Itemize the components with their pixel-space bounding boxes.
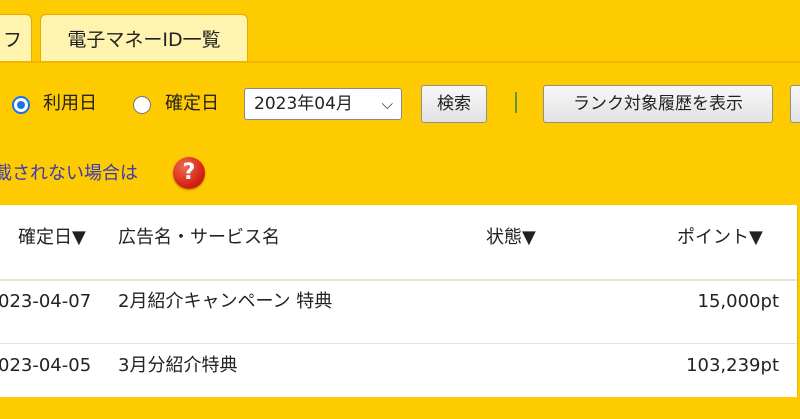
month-select-value: 2023年04月 — [254, 94, 353, 114]
tab-bar-divider — [0, 61, 800, 63]
rank-history-button[interactable]: ランク対象履歴を表示 — [543, 85, 773, 123]
header-status[interactable]: 状態▼ — [486, 225, 536, 251]
results-table: 確定日▼ 広告名・サービス名 状態▼ ポイント▼ 023-04-07 2月紹介キ… — [0, 205, 798, 397]
cell-date: 023-04-05 — [0, 355, 92, 376]
radio-usage-date[interactable] — [12, 96, 30, 114]
tab-partial[interactable]: フ — [0, 14, 32, 62]
search-button[interactable]: 検索 — [421, 85, 487, 123]
chevron-down-icon: ⌵ — [381, 95, 393, 113]
month-select[interactable]: 2023年04月 ⌵ — [244, 88, 402, 120]
tab-emoney-id-list[interactable]: 電子マネーID一覧 — [40, 14, 248, 62]
help-link[interactable]: 載されない場合は — [0, 160, 138, 188]
cell-points: 103,239pt — [686, 355, 779, 376]
separator — [515, 92, 517, 113]
bottom-background — [0, 397, 800, 419]
cell-name: 3月分紹介特典 — [118, 355, 238, 376]
cell-name: 2月紹介キャンペーン 特典 — [118, 291, 333, 312]
help-question-icon[interactable]: ? — [173, 157, 205, 189]
header-confirmed-date[interactable]: 確定日▼ — [18, 225, 86, 251]
radio-confirmed-date[interactable] — [133, 96, 151, 114]
cell-points: 15,000pt — [697, 291, 779, 312]
radio-usage-date-label: 利用日 — [43, 93, 97, 114]
extra-button[interactable] — [790, 85, 800, 123]
cell-date: 023-04-07 — [0, 291, 92, 312]
header-ad-service-name: 広告名・サービス名 — [118, 227, 280, 248]
radio-confirmed-date-label: 確定日 — [165, 93, 219, 114]
header-points[interactable]: ポイント▼ — [677, 225, 763, 251]
row-divider — [0, 343, 797, 344]
header-divider — [0, 279, 797, 281]
